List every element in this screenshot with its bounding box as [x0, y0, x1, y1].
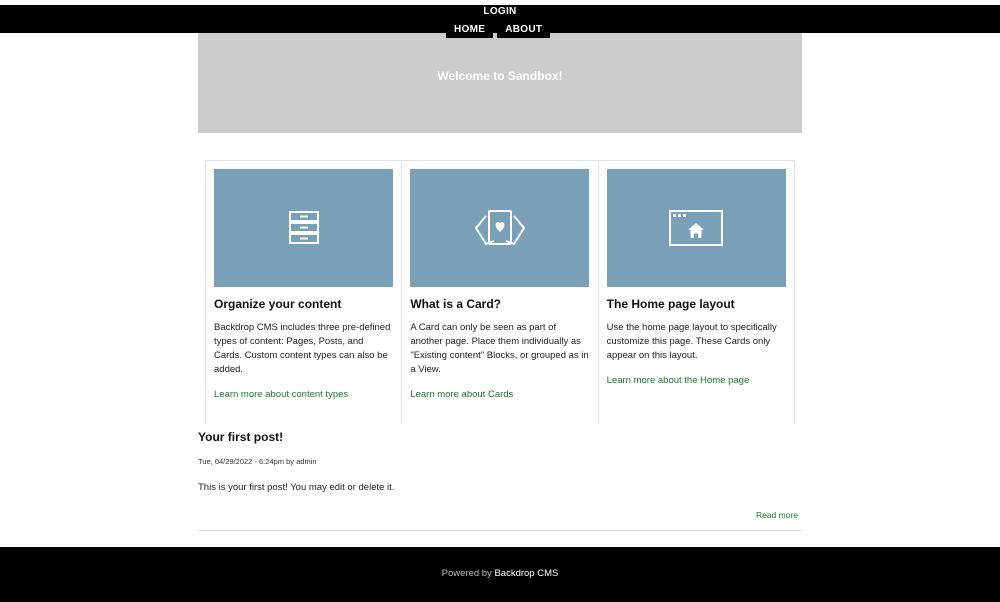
- post-title[interactable]: Your first post!: [198, 430, 802, 444]
- cards-row: Organize your content Backdrop CMS inclu…: [205, 160, 795, 424]
- nav-home[interactable]: HOME: [446, 21, 494, 38]
- card-text: A Card can only be seen as part of anoth…: [410, 322, 589, 375]
- powered-by: Powered by Backdrop CMS: [0, 568, 1000, 579]
- first-post: Your first post! Tue, 04/29/2022 - 6:24p…: [198, 430, 802, 520]
- powered-by-prefix: Powered by: [441, 568, 495, 579]
- hero-title: Welcome to Sandbox!: [437, 69, 563, 83]
- backdrop-cms-link[interactable]: Backdrop CMS: [494, 568, 558, 579]
- card-image: [606, 169, 786, 287]
- card-title: Organize your content: [214, 297, 342, 311]
- card-learn-more-link[interactable]: Learn more about the Home page: [607, 375, 786, 386]
- read-more-link[interactable]: Read more: [756, 510, 798, 520]
- card-title: The Home page layout: [606, 297, 735, 311]
- card-learn-more-link[interactable]: Learn more about Cards: [410, 389, 589, 400]
- post-body: This is your first post! You may edit or…: [198, 482, 395, 493]
- nav-about[interactable]: ABOUT: [497, 21, 551, 38]
- cabinet-icon: [288, 211, 319, 244]
- hero-banner: Welcome to Sandbox!: [198, 33, 802, 133]
- login-link[interactable]: LOGIN: [0, 6, 1000, 17]
- main-nav: HOME ABOUT: [446, 21, 551, 38]
- card-image: [410, 169, 590, 287]
- card-image: [214, 169, 393, 287]
- card-title: What is a Card?: [410, 297, 502, 311]
- card-text: Backdrop CMS includes three pre-defined …: [214, 322, 391, 375]
- footer: Powered by Backdrop CMS: [0, 547, 1000, 602]
- card-learn-more-link[interactable]: Learn more about content types: [214, 389, 393, 400]
- post-divider: [198, 530, 802, 531]
- post-meta: Tue, 04/29/2022 - 6:24pm by admin: [198, 457, 317, 466]
- card-organize: Organize your content Backdrop CMS inclu…: [206, 161, 401, 424]
- cards-icon: [474, 210, 525, 245]
- home-layout-icon: [669, 210, 724, 246]
- card-home-layout: The Home page layout Use the home page l…: [597, 161, 794, 424]
- card-what-is-card: What is a Card? A Card can only be seen …: [401, 161, 597, 424]
- card-text: Use the home page layout to specifically…: [606, 322, 777, 361]
